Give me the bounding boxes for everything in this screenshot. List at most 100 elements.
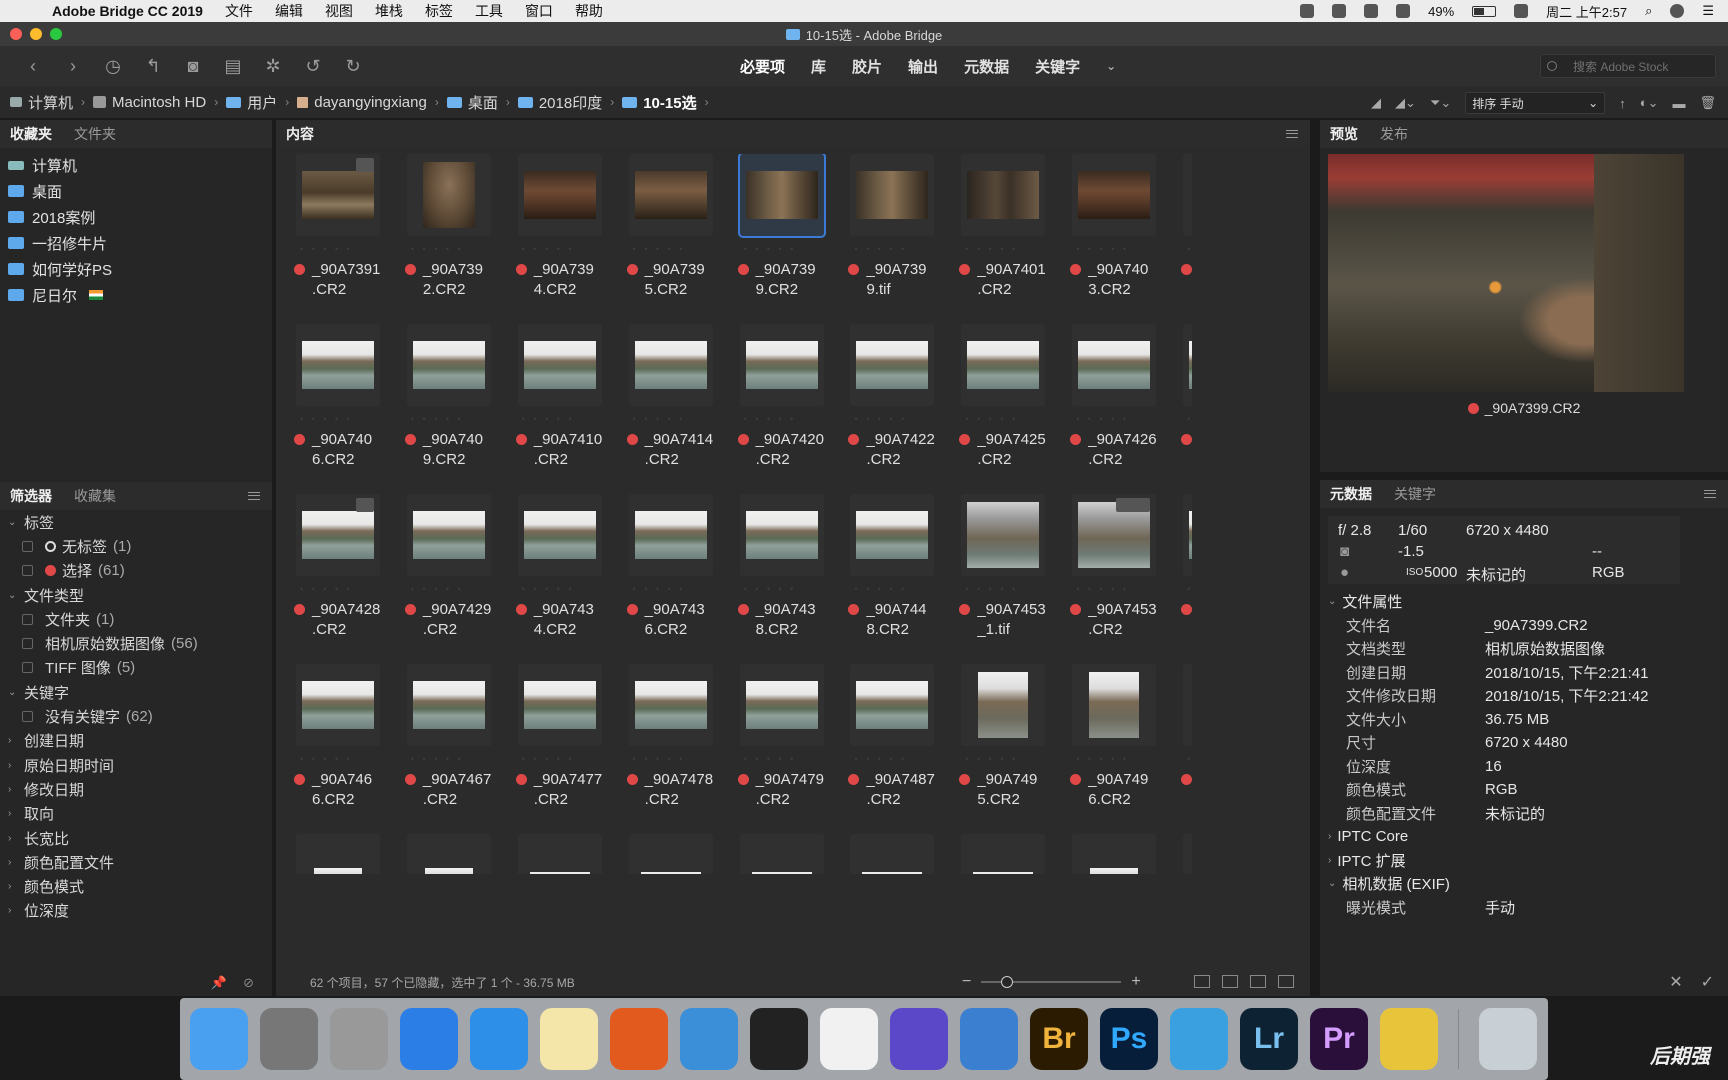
thumbnail-item[interactable]: • • • • •_90A7427.CR2 <box>1173 324 1192 445</box>
thumbnail-item[interactable] <box>951 834 1062 874</box>
thumbnail-frame[interactable] <box>296 324 380 406</box>
menu-view[interactable]: 视图 <box>325 1 353 21</box>
filter-category[interactable]: ⌄ 文件类型 <box>8 583 272 607</box>
thumbnail-image[interactable] <box>856 681 929 729</box>
thumbnail-item[interactable]: • • • • • _90A749 5.CR2 <box>951 664 1062 808</box>
chevron-right-icon[interactable]: › <box>8 808 18 819</box>
file-name[interactable]: _90A739 9.CR2 <box>737 260 838 300</box>
menu-window[interactable]: 窗口 <box>525 1 553 21</box>
thumbnail-image[interactable] <box>634 171 707 219</box>
chevron-right-icon[interactable]: › <box>8 833 18 844</box>
camera-import-icon[interactable]: ◙ <box>182 56 204 77</box>
thumbnail-item[interactable]: • • • • • _90A740 3.CR2 <box>1062 154 1173 298</box>
rating-stars[interactable]: • • • • • <box>1187 244 1192 254</box>
tab-publish[interactable]: 发布 <box>1380 124 1408 144</box>
filter-option[interactable]: 文件夹 (1) <box>8 607 272 631</box>
checkbox[interactable] <box>22 613 33 625</box>
rating-stars[interactable]: • • • • • <box>965 754 1018 764</box>
tab-folders[interactable]: 文件夹 <box>74 124 116 144</box>
file-name[interactable]: _90A7479 .CR2 <box>737 770 838 810</box>
file-name[interactable]: _90A7429 .CR2 <box>404 600 505 640</box>
thumbnail-image[interactable] <box>856 171 929 219</box>
rating-stars[interactable]: • • • • • <box>633 754 686 764</box>
quality-icon[interactable]: ◢ <box>1371 95 1381 111</box>
thumbnail-frame[interactable] <box>406 664 491 746</box>
open-in-camera-raw-icon[interactable]: ✲ <box>262 56 284 77</box>
rating-stars[interactable]: • • • • • <box>1076 244 1129 254</box>
rating-stars[interactable]: • • • • • <box>300 754 353 764</box>
tab-keywords[interactable]: 关键字 <box>1394 484 1436 504</box>
breadcrumb-separator[interactable]: › <box>285 95 289 109</box>
sysprefs-icon[interactable] <box>260 1008 318 1070</box>
thumbnail-image[interactable] <box>745 511 818 559</box>
update-icon[interactable] <box>470 1008 528 1070</box>
rating-stars[interactable]: • • • • • <box>633 414 686 424</box>
thumbnail-frame[interactable] <box>1072 494 1157 576</box>
menu-edit[interactable]: 编辑 <box>275 1 303 21</box>
thumbnail-item[interactable]: • • • • • _90A743 8.CR2 <box>730 494 841 638</box>
thumbnail-image[interactable] <box>523 341 596 389</box>
thumbnail-item[interactable]: • • • • • _90A7487 .CR2 <box>840 664 951 808</box>
zoom-out-icon[interactable]: − <box>962 973 971 991</box>
rating-stars[interactable]: • • • • • <box>744 584 797 594</box>
filter-category[interactable]: ⌄ 标签 <box>8 510 272 534</box>
thumbnail-frame[interactable] <box>850 494 935 576</box>
thumbnail-frame[interactable] <box>961 834 1046 874</box>
thumbnail-image[interactable] <box>967 341 1040 389</box>
spotlight-icon[interactable]: ⌕ <box>1645 3 1652 19</box>
rating-stars[interactable]: • • • • • <box>1076 584 1129 594</box>
metadata-section-header[interactable]: ⌄ 相机数据 (EXIF) <box>1320 872 1728 896</box>
thumbnail-frame[interactable] <box>1183 154 1192 236</box>
thumbnail-item[interactable]: • • • • • _90A7478 .CR2 <box>619 664 730 808</box>
file-name[interactable]: _90A7422 .CR2 <box>848 430 948 470</box>
menu-help[interactable]: 帮助 <box>575 1 603 21</box>
thumbnail-image[interactable] <box>529 872 590 874</box>
thumbnail-item[interactable]: • • • • • _90A7420 .CR2 <box>730 324 841 468</box>
tab-favorites[interactable]: 收藏夹 <box>10 124 52 144</box>
thumbnail-image[interactable] <box>634 511 707 559</box>
breadcrumb-hd[interactable]: Macintosh HD <box>93 94 206 111</box>
breadcrumb-india[interactable]: 2018印度 <box>517 92 602 113</box>
thumbnail-item[interactable]: • • • • • _90A7479 .CR2 <box>730 664 841 808</box>
thumbnail-item[interactable]: • • • • • _90A7414 .CR2 <box>619 324 730 468</box>
breadcrumb-separator[interactable]: › <box>705 95 709 109</box>
thumbnail-image[interactable] <box>1189 511 1192 559</box>
thumbnail-item[interactable] <box>286 834 397 874</box>
sort-ascending-icon[interactable]: ↑ <box>1619 96 1626 111</box>
workspace-output[interactable]: 输出 <box>908 56 938 77</box>
thumbnail-image[interactable] <box>1189 341 1192 389</box>
rating-stars[interactable]: • • • • • <box>744 754 797 764</box>
thumbnail-frame[interactable] <box>739 324 824 406</box>
thumbnail-frame[interactable] <box>1072 324 1157 406</box>
tab-preview[interactable]: 预览 <box>1330 124 1358 144</box>
close-window-button[interactable] <box>10 28 22 40</box>
thumbnail-size-slider[interactable] <box>981 976 1122 988</box>
thumbnail-image[interactable] <box>314 868 362 874</box>
thumbnail-frame[interactable] <box>1183 324 1192 406</box>
grid-lock-icon[interactable] <box>1194 975 1210 988</box>
thumbnail-image[interactable] <box>967 171 1040 219</box>
thumbnail-frame[interactable] <box>737 154 826 238</box>
breadcrumb-separator[interactable]: › <box>610 95 614 109</box>
rating-stars[interactable]: • • • • • <box>1187 414 1192 424</box>
thumbnail-image[interactable] <box>412 341 485 389</box>
file-name[interactable]: _90A7453.tif <box>1181 600 1192 640</box>
thumbnail-frame[interactable] <box>850 154 935 236</box>
favorite-desktop[interactable]: 桌面 <box>8 178 272 204</box>
thumbnail-frame[interactable] <box>517 834 602 874</box>
rating-stars[interactable]: • • • • • <box>522 244 575 254</box>
imovie-icon[interactable] <box>890 1008 948 1070</box>
rating-stars[interactable]: • • • • • <box>965 244 1018 254</box>
filter-option[interactable]: 相机原始数据图像 (56) <box>8 631 272 655</box>
thumbnail-image[interactable] <box>967 502 1040 568</box>
filter-category[interactable]: › 创建日期 <box>8 729 272 753</box>
thumbnail-image[interactable] <box>302 171 374 219</box>
favorite-niger[interactable]: 尼日尔 <box>8 282 272 308</box>
file-name[interactable]: _90A7391 .CR2 <box>294 260 394 300</box>
thumbnail-item[interactable]: • • • • • _90A740 9.CR2 <box>397 324 508 468</box>
file-name[interactable]: _90A7405.CR2 <box>1181 260 1192 300</box>
thumbnail-item[interactable]: • • • • • _90A740 6.CR2 <box>286 324 397 468</box>
breadcrumb-separator[interactable]: › <box>81 95 85 109</box>
app-menu[interactable]: Adobe Bridge CC 2019 <box>52 3 203 19</box>
thumbnail-image[interactable] <box>856 341 929 389</box>
